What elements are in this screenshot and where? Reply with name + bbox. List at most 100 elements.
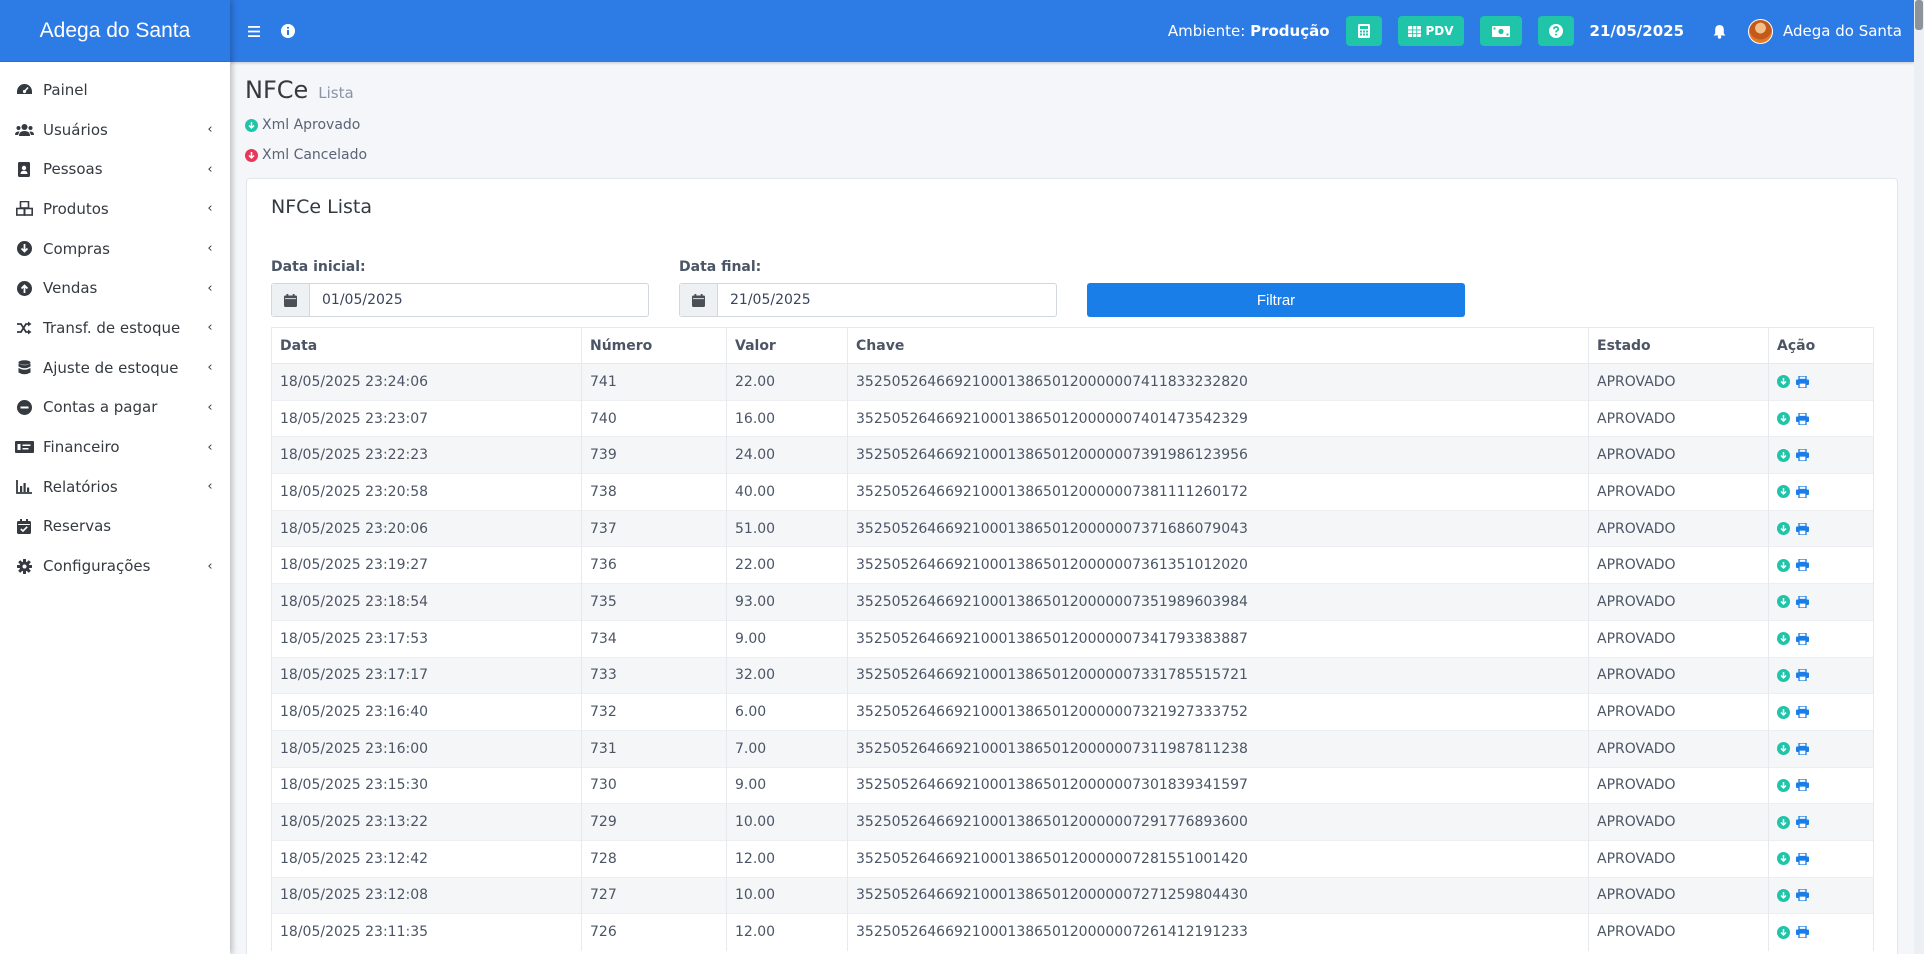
print-icon[interactable] — [1795, 485, 1809, 498]
download-xml-icon[interactable] — [1777, 888, 1790, 902]
environment-indicator: Ambiente: Produção — [1168, 22, 1330, 40]
bell-icon[interactable] — [1710, 22, 1728, 40]
avatar — [1748, 18, 1773, 44]
table-row[interactable]: 18/05/2025 23:20:06 737 51.00 3525052646692… — [271, 509, 1874, 547]
download-xml-icon[interactable] — [1777, 522, 1790, 536]
download-xml-icon[interactable] — [1777, 595, 1790, 609]
sidebar-item-relatorios[interactable]: Relatórios ‹ — [0, 467, 230, 507]
download-xml-icon[interactable] — [1777, 778, 1790, 792]
table-row[interactable]: 18/05/2025 23:24:06 741 22.00 3525052646692… — [271, 363, 1874, 401]
print-icon[interactable] — [1795, 779, 1809, 792]
table-row[interactable]: 18/05/2025 23:16:40 732 6.00 35250526466921… — [271, 693, 1874, 731]
scrollbar-thumb[interactable] — [1915, 0, 1923, 30]
print-icon[interactable] — [1795, 816, 1809, 829]
print-icon[interactable] — [1795, 669, 1809, 682]
print-icon[interactable] — [1795, 742, 1809, 755]
filter-button[interactable]: Filtrar — [1087, 283, 1465, 317]
legend-xml-canceled: Xml Cancelado — [245, 147, 367, 163]
table-row[interactable]: 18/05/2025 23:17:17 733 32.00 3525052646692… — [271, 656, 1874, 694]
table-row[interactable]: 18/05/2025 23:16:00 731 7.00 35250526466921… — [271, 729, 1874, 768]
download-xml-icon[interactable] — [1777, 448, 1790, 462]
end-date-input[interactable] — [718, 284, 1056, 316]
cell-acao — [1768, 583, 1874, 621]
table-row[interactable]: 18/05/2025 23:22:23 739 24.00 3525052646692… — [271, 436, 1874, 474]
download-xml-icon[interactable] — [1777, 705, 1790, 719]
help-button[interactable] — [1537, 16, 1574, 46]
print-icon[interactable] — [1795, 852, 1809, 865]
sidebar-item-ajuste-estoque[interactable]: Ajuste de estoque ‹ — [0, 348, 230, 388]
download-xml-icon[interactable] — [1777, 742, 1790, 756]
column-header-valor[interactable]: Valor — [726, 327, 848, 364]
pdv-button[interactable]: PDV — [1397, 16, 1464, 46]
sidebar-item-reservas[interactable]: Reservas — [0, 507, 230, 547]
chevron-left-icon: ‹ — [207, 201, 213, 217]
sidebar-item-contas-pagar[interactable]: Contas a pagar ‹ — [0, 388, 230, 428]
column-header-data[interactable]: Data — [271, 327, 582, 364]
print-icon[interactable] — [1795, 375, 1809, 388]
print-icon[interactable] — [1795, 522, 1809, 535]
start-date-input[interactable] — [310, 284, 648, 316]
column-header-estado[interactable]: Estado — [1588, 327, 1769, 364]
download-xml-icon[interactable] — [1777, 632, 1790, 646]
cell-chave: 3525052646692100013865012000000741183323… — [847, 363, 1589, 401]
user-menu[interactable]: Adega do Santa — [1748, 18, 1902, 44]
calendar-icon[interactable] — [680, 284, 718, 316]
sidebar-item-painel[interactable]: Painel — [0, 70, 230, 110]
page-scrollbar[interactable] — [1914, 0, 1924, 954]
download-xml-icon[interactable] — [1777, 485, 1790, 499]
question-circle-icon — [1548, 24, 1563, 38]
chart-bar-icon — [14, 479, 34, 495]
sidebar-item-configuracoes[interactable]: Configurações ‹ — [0, 546, 230, 586]
table-row[interactable]: 18/05/2025 23:15:30 730 9.00 35250526466921… — [271, 766, 1874, 804]
column-header-chave[interactable]: Chave — [847, 327, 1589, 364]
start-date-group — [271, 283, 649, 317]
print-icon[interactable] — [1795, 632, 1809, 645]
sidebar-item-produtos[interactable]: Produtos ‹ — [0, 189, 230, 229]
column-header-numero[interactable]: Número — [581, 327, 727, 364]
print-icon[interactable] — [1795, 559, 1809, 572]
table-row[interactable]: 18/05/2025 23:19:27 736 22.00 3525052646692… — [271, 546, 1874, 584]
download-xml-icon[interactable] — [1777, 668, 1790, 682]
cell-data: 18/05/2025 23:16:00 — [271, 729, 582, 768]
cash-register-button[interactable] — [1479, 16, 1522, 46]
sidebar-item-vendas[interactable]: Vendas ‹ — [0, 268, 230, 308]
table-row[interactable]: 18/05/2025 23:17:53 734 9.00 35250526466921… — [271, 619, 1874, 657]
cell-numero: 727 — [581, 876, 727, 914]
cell-valor: 10.00 — [726, 803, 848, 841]
table-row[interactable]: 18/05/2025 23:20:58 738 40.00 3525052646692… — [271, 473, 1874, 511]
download-xml-icon[interactable] — [1777, 815, 1790, 829]
download-xml-icon[interactable] — [1777, 852, 1790, 866]
table-row[interactable]: 18/05/2025 23:23:07 740 16.00 3525052646692… — [271, 399, 1874, 437]
sidebar-item-pessoas[interactable]: Pessoas ‹ — [0, 149, 230, 189]
print-icon[interactable] — [1795, 706, 1809, 719]
calculator-button[interactable] — [1345, 16, 1382, 46]
cell-estado: APROVADO — [1588, 546, 1769, 584]
menu-toggle-icon[interactable] — [244, 21, 264, 41]
print-icon[interactable] — [1795, 412, 1809, 425]
download-xml-icon[interactable] — [1777, 558, 1790, 572]
info-icon[interactable] — [278, 21, 298, 41]
calendar-icon[interactable] — [272, 284, 310, 316]
table-row[interactable]: 18/05/2025 23:12:42 728 12.00 3525052646692… — [271, 839, 1874, 878]
row-actions — [1777, 888, 1873, 902]
table-row[interactable]: 18/05/2025 23:12:08 727 10.00 3525052646692… — [271, 876, 1874, 914]
table-row[interactable]: 18/05/2025 23:18:54 735 93.00 3525052646692… — [271, 583, 1874, 621]
sidebar-item-compras[interactable]: Compras ‹ — [0, 229, 230, 269]
table-row[interactable]: 18/05/2025 23:11:35 726 12.00 3525052646692… — [271, 913, 1874, 951]
sidebar-item-financeiro[interactable]: Financeiro ‹ — [0, 427, 230, 467]
print-icon[interactable] — [1795, 889, 1809, 902]
sidebar-item-usuarios[interactable]: Usuários ‹ — [0, 110, 230, 150]
brand-logo[interactable]: Adega do Santa — [0, 0, 230, 62]
cell-numero: 729 — [581, 803, 727, 841]
cell-chave: 3525052646692100013865012000000732192733… — [847, 693, 1589, 731]
print-icon[interactable] — [1795, 449, 1809, 462]
sidebar-item-transf-estoque[interactable]: Transf. de estoque ‹ — [0, 308, 230, 348]
row-actions — [1777, 632, 1873, 646]
table-row[interactable]: 18/05/2025 23:13:22 729 10.00 3525052646692… — [271, 803, 1874, 841]
download-xml-icon[interactable] — [1777, 412, 1790, 426]
download-xml-icon[interactable] — [1777, 375, 1790, 389]
cell-valor: 40.00 — [726, 473, 848, 511]
print-icon[interactable] — [1795, 926, 1809, 939]
download-xml-icon[interactable] — [1777, 925, 1790, 939]
print-icon[interactable] — [1795, 595, 1809, 608]
